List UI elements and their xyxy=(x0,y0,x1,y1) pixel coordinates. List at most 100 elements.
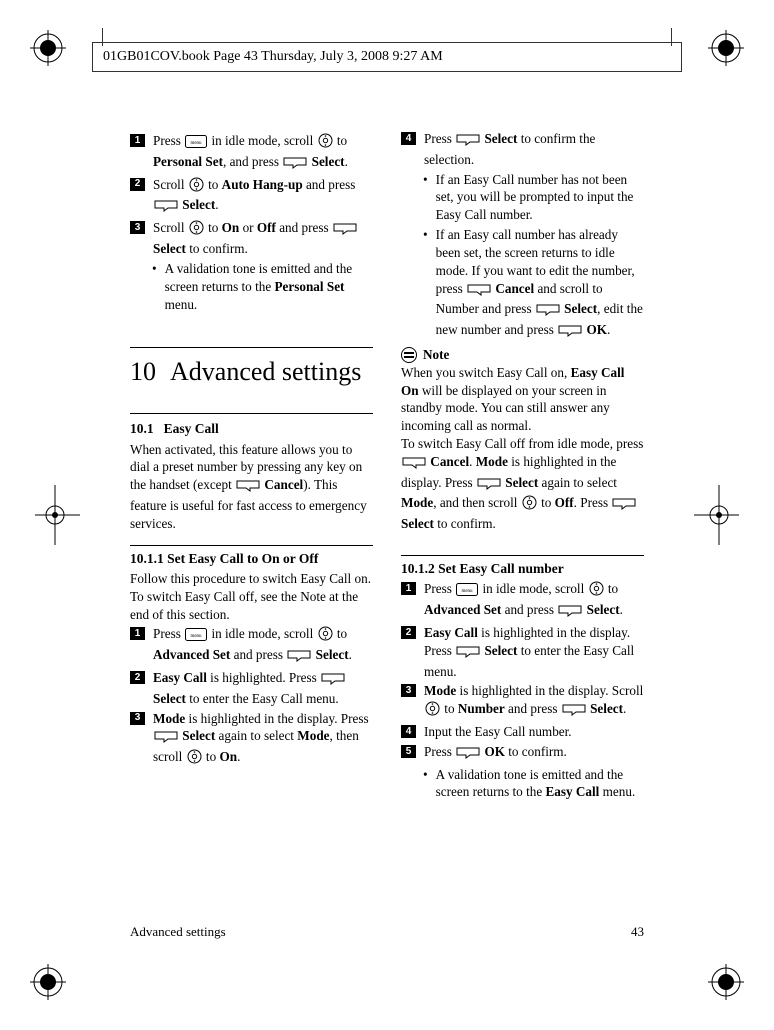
softkey-left-icon xyxy=(282,156,308,174)
step-item: 4 Press Select to confirm the selection. xyxy=(401,130,644,169)
step-item: 3 Scroll to On or Off and press Select t… xyxy=(130,219,373,258)
page-content: 1 Press menu in idle mode, scroll to Per… xyxy=(130,130,644,930)
step-number: 5 xyxy=(401,745,416,758)
nav-key-icon xyxy=(188,177,205,197)
step-item: 4 Input the Easy Call number. xyxy=(401,723,644,741)
subsubsection-heading: 10.1.1 Set Easy Call to On or Off xyxy=(130,545,373,568)
softkey-right-icon xyxy=(235,479,261,497)
step-text: Press menu in idle mode, scroll to Advan… xyxy=(424,580,644,622)
page-footer: Advanced settings 43 xyxy=(130,924,644,940)
section-heading: 10 Advanced settings xyxy=(130,354,373,389)
step-number: 2 xyxy=(401,626,416,639)
section-number: 10 xyxy=(130,354,156,389)
bullet-text: A validation tone is emitted and the scr… xyxy=(436,766,644,802)
step-number: 3 xyxy=(130,221,145,234)
step-text: Press menu in idle mode, scroll to Advan… xyxy=(153,625,373,667)
note-icon xyxy=(401,347,417,363)
nav-key-icon xyxy=(317,133,334,153)
bullet-item: • If an Easy call number has already bee… xyxy=(401,226,644,342)
softkey-left-icon xyxy=(332,222,358,240)
bullet-item: • A validation tone is emitted and the s… xyxy=(130,260,373,313)
softkey-left-icon xyxy=(535,303,561,321)
paragraph: When activated, this feature allows you … xyxy=(130,441,373,533)
reg-mark-icon xyxy=(708,964,744,1000)
menu-key-icon: menu xyxy=(184,135,208,153)
step-text: Mode is highlighted in the display. Scro… xyxy=(424,682,644,721)
softkey-left-icon xyxy=(320,672,346,690)
softkey-right-icon xyxy=(401,456,427,474)
step-number: 1 xyxy=(130,627,145,640)
subsubsection-heading: 10.1.2 Set Easy Call number xyxy=(401,555,644,578)
bullet-text: If an Easy Call number has not been set,… xyxy=(436,171,644,224)
step-text: Press Select to confirm the selection. xyxy=(424,130,644,169)
step-text: Easy Call is highlighted in the display.… xyxy=(424,624,644,680)
crop-header-text: 01GB01COV.book Page 43 Thursday, July 3,… xyxy=(103,49,443,65)
crop-mark-icon xyxy=(694,485,774,545)
softkey-left-icon xyxy=(153,199,179,217)
softkey-left-icon xyxy=(153,730,179,748)
step-number: 3 xyxy=(401,684,416,697)
svg-text:menu: menu xyxy=(191,141,203,146)
step-number: 1 xyxy=(401,582,416,595)
step-item: 3 Mode is highlighted in the display. Sc… xyxy=(401,682,644,721)
step-number: 1 xyxy=(130,134,145,147)
nav-key-icon xyxy=(186,749,203,769)
step-item: 1 Press menu in idle mode, scroll to Adv… xyxy=(130,625,373,667)
step-text: Mode is highlighted in the display. Pres… xyxy=(153,710,373,769)
step-text: Press OK to confirm. xyxy=(424,743,644,764)
menu-key-icon: menu xyxy=(455,583,479,601)
step-number: 4 xyxy=(401,725,416,738)
section-title: Advanced settings xyxy=(170,354,361,389)
note-body: When you switch Easy Call on, Easy Call … xyxy=(401,364,644,435)
step-number: 3 xyxy=(130,712,145,725)
step-item: 5 Press OK to confirm. xyxy=(401,743,644,764)
nav-key-icon xyxy=(521,495,538,515)
step-text: Scroll to Auto Hang-up and press Select. xyxy=(153,176,373,218)
nav-key-icon xyxy=(188,220,205,240)
svg-text:menu: menu xyxy=(462,589,474,594)
step-item: 2 Scroll to Auto Hang-up and press Selec… xyxy=(130,176,373,218)
step-item: 3 Mode is highlighted in the display. Pr… xyxy=(130,710,373,769)
softkey-left-icon xyxy=(455,133,481,151)
softkey-right-icon xyxy=(466,283,492,301)
softkey-left-icon xyxy=(476,477,502,495)
nav-key-icon xyxy=(588,581,605,601)
subsection-heading: 10.1 Easy Call xyxy=(130,413,373,438)
document-page: 01GB01COV.book Page 43 Thursday, July 3,… xyxy=(0,0,774,1030)
note-heading: Note xyxy=(401,346,644,364)
softkey-left-icon xyxy=(561,703,587,721)
step-text: Scroll to On or Off and press Select to … xyxy=(153,219,373,258)
step-text: Press menu in idle mode, scroll to Perso… xyxy=(153,132,373,174)
reg-mark-icon xyxy=(30,964,66,1000)
step-text: Input the Easy Call number. xyxy=(424,723,644,741)
note-body: To switch Easy Call off from idle mode, … xyxy=(401,435,644,533)
step-number: 2 xyxy=(130,671,145,684)
softkey-left-icon xyxy=(611,497,637,515)
menu-key-icon: menu xyxy=(184,628,208,646)
nav-key-icon xyxy=(317,626,334,646)
svg-text:menu: menu xyxy=(191,634,203,639)
softkey-left-icon xyxy=(455,746,481,764)
step-text: Easy Call is highlighted. Press Select t… xyxy=(153,669,373,708)
step-item: 1 Press menu in idle mode, scroll to Per… xyxy=(130,132,373,174)
footer-section: Advanced settings xyxy=(130,924,226,940)
bullet-text: A validation tone is emitted and the scr… xyxy=(165,260,373,313)
paragraph: Follow this procedure to switch Easy Cal… xyxy=(130,570,373,623)
nav-key-icon xyxy=(424,701,441,721)
note-label: Note xyxy=(423,346,449,364)
subsection-number: 10.1 xyxy=(130,420,154,438)
crop-header: 01GB01COV.book Page 43 Thursday, July 3,… xyxy=(92,42,682,72)
step-number: 4 xyxy=(401,132,416,145)
subsection-title: Easy Call xyxy=(164,420,219,438)
step-item: 1 Press menu in idle mode, scroll to Adv… xyxy=(401,580,644,622)
reg-mark-icon xyxy=(708,30,744,66)
reg-mark-icon xyxy=(30,30,66,66)
softkey-left-icon xyxy=(455,645,481,663)
step-item: 2 Easy Call is highlighted in the displa… xyxy=(401,624,644,680)
bullet-item: • If an Easy Call number has not been se… xyxy=(401,171,644,224)
softkey-left-icon xyxy=(286,649,312,667)
bullet-text: If an Easy call number has already been … xyxy=(436,226,644,342)
footer-page-number: 43 xyxy=(631,924,644,940)
step-item: 2 Easy Call is highlighted. Press Select… xyxy=(130,669,373,708)
bullet-item: • A validation tone is emitted and the s… xyxy=(401,766,644,802)
